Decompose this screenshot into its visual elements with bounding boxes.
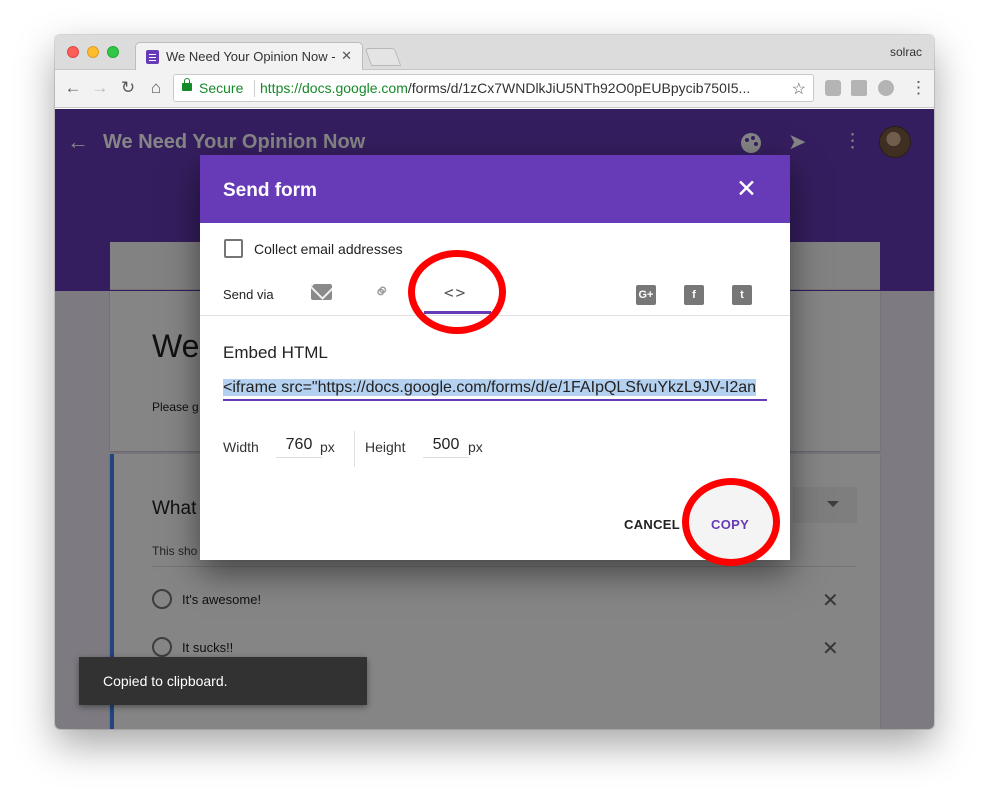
dialog-title: Send form [223, 180, 317, 201]
twitter-icon[interactable]: t [732, 285, 752, 305]
browser-toolbar: ← → ↻ ⌂ Secure https://docs.google.com/f… [55, 70, 934, 108]
height-unit: px [468, 439, 483, 455]
dimension-separator [354, 431, 355, 467]
embed-tab-highlight-ring [408, 250, 506, 334]
height-label: Height [365, 439, 406, 455]
forms-favicon-icon [146, 50, 159, 64]
window-minimize-button[interactable] [87, 46, 99, 58]
snackbar: Copied to clipboard. [79, 657, 367, 705]
width-unit: px [320, 439, 335, 455]
tab-title: We Need Your Opinion Now - G [166, 49, 336, 64]
address-separator [254, 80, 255, 97]
browser-menu-icon[interactable]: ⋮ [910, 78, 927, 98]
window-close-button[interactable] [67, 46, 79, 58]
send-via-label: Send via [223, 287, 274, 302]
browser-window: We Need Your Opinion Now - G ✕ solrac ← … [55, 35, 934, 729]
embed-code-text: <iframe src="https://docs.google.com/for… [223, 379, 757, 396]
extension-icon[interactable] [851, 80, 867, 96]
email-icon[interactable] [311, 284, 332, 300]
window-zoom-button[interactable] [107, 46, 119, 58]
collect-email-label[interactable]: Collect email addresses [254, 241, 403, 257]
address-bar[interactable]: Secure https://docs.google.com/forms/d/1… [173, 74, 814, 102]
back-arrow-icon[interactable]: ← [63, 78, 83, 98]
reload-icon[interactable]: ↻ [118, 78, 138, 98]
browser-tab[interactable]: We Need Your Opinion Now - G ✕ [135, 42, 363, 70]
snackbar-text: Copied to clipboard. [103, 673, 228, 689]
facebook-icon[interactable]: f [684, 285, 704, 305]
forward-arrow-icon[interactable]: → [90, 78, 110, 98]
url-path: /forms/d/1zCx7WNDlkJiU5NTh92O0pEUBpycib7… [407, 80, 751, 96]
cancel-button[interactable]: CANCEL [624, 517, 680, 532]
dialog-header: Send form ✕ [200, 155, 790, 223]
forms-page: ← We Need Your Opinion Now ➤ ⋮ We Please… [55, 109, 934, 729]
extension-icon[interactable] [825, 80, 841, 96]
lock-icon [182, 78, 192, 91]
google-plus-icon[interactable]: G+ [636, 285, 656, 305]
collect-email-checkbox[interactable] [224, 239, 243, 258]
url-text[interactable]: https://docs.google.com/forms/d/1zCx7WND… [260, 80, 778, 96]
width-label: Width [223, 439, 259, 455]
link-icon[interactable]: ⚭ [368, 277, 398, 307]
secure-label: Secure [199, 80, 244, 96]
profile-name[interactable]: solrac [890, 45, 922, 59]
tab-strip: We Need Your Opinion Now - G ✕ solrac [55, 35, 934, 70]
star-icon[interactable]: ☆ [792, 79, 806, 99]
width-input[interactable]: 760 [276, 436, 322, 458]
extension-icon[interactable] [878, 80, 894, 96]
new-tab-button[interactable] [364, 48, 402, 66]
embed-code-field[interactable]: <iframe src="https://docs.google.com/for… [223, 379, 767, 401]
height-input[interactable]: 500 [423, 436, 469, 458]
copy-button[interactable]: COPY [711, 517, 749, 532]
home-icon[interactable]: ⌂ [146, 78, 166, 98]
embed-html-heading: Embed HTML [223, 343, 328, 362]
tab-close-icon[interactable]: ✕ [341, 48, 352, 64]
close-icon[interactable]: ✕ [736, 174, 757, 204]
url-host: https://docs.google.com [260, 80, 408, 96]
